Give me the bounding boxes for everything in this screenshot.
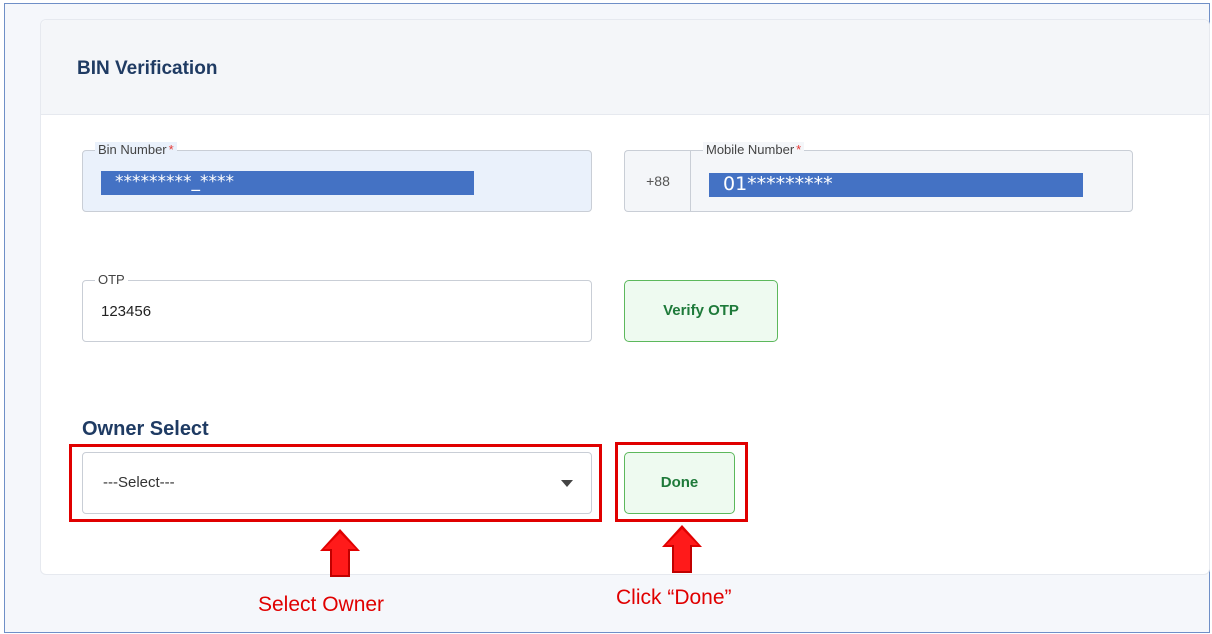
otp-label: OTP — [95, 272, 128, 288]
bin-number-label: Bin Number * — [95, 142, 177, 158]
mobile-number-value: 01********* — [709, 173, 1083, 197]
mobile-number-field[interactable]: Mobile Number * 01********* — [690, 142, 1133, 212]
arrow-up-icon — [662, 525, 702, 575]
done-button-highlight — [615, 442, 748, 522]
select-owner-annotation: Select Owner — [258, 593, 385, 616]
required-mark: * — [168, 142, 174, 157]
arrow-up-icon — [320, 529, 360, 579]
otp-value: 123456 — [101, 303, 152, 320]
country-code-prefix: +88 — [624, 150, 691, 212]
bin-number-label-text: Bin Number — [98, 142, 167, 157]
owner-select-label: Owner Select — [82, 418, 209, 440]
verify-otp-button[interactable]: Verify OTP — [624, 280, 778, 342]
click-done-annotation: Click “Done” — [616, 586, 732, 609]
required-mark: * — [796, 142, 802, 157]
mobile-number-label: Mobile Number * — [703, 142, 805, 158]
bin-number-field[interactable]: Bin Number * *********_**** — [82, 142, 592, 212]
mobile-number-label-text: Mobile Number — [706, 142, 795, 157]
otp-field[interactable]: OTP 123456 — [82, 272, 592, 342]
owner-select-highlight — [69, 444, 602, 522]
card-header: BIN Verification — [41, 20, 1209, 115]
card-title: BIN Verification — [77, 58, 218, 79]
bin-number-value: *********_**** — [101, 171, 474, 195]
